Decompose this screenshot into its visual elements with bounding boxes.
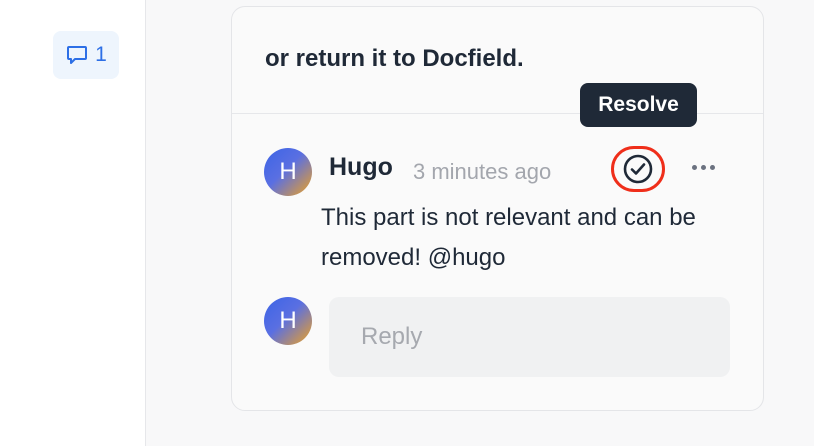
comment-author[interactable]: Hugo: [329, 153, 393, 182]
comment-count-label: 1: [95, 43, 107, 66]
speech-bubble-icon: [65, 43, 89, 67]
left-gutter: 1: [0, 0, 146, 446]
quoted-text: or return it to Docfield.: [265, 45, 524, 72]
reply-input[interactable]: [329, 297, 730, 377]
comment-body: This part is not relevant and can be rem…: [321, 204, 696, 271]
more-options-button[interactable]: [687, 157, 719, 177]
ellipsis-icon: [691, 164, 697, 170]
resolve-tooltip: Resolve: [580, 83, 697, 127]
comment-count-button[interactable]: 1: [53, 31, 119, 79]
comment-timestamp: 3 minutes ago: [413, 159, 552, 184]
comments-panel: or return it to Docfield. Resolve H Hugo…: [146, 0, 814, 446]
reply-avatar: H: [264, 297, 312, 345]
check-circle-icon: [622, 153, 654, 185]
resolve-button[interactable]: [611, 146, 665, 192]
avatar[interactable]: H: [264, 148, 312, 196]
comment-thread-card: or return it to Docfield. Resolve H Hugo…: [231, 6, 764, 411]
